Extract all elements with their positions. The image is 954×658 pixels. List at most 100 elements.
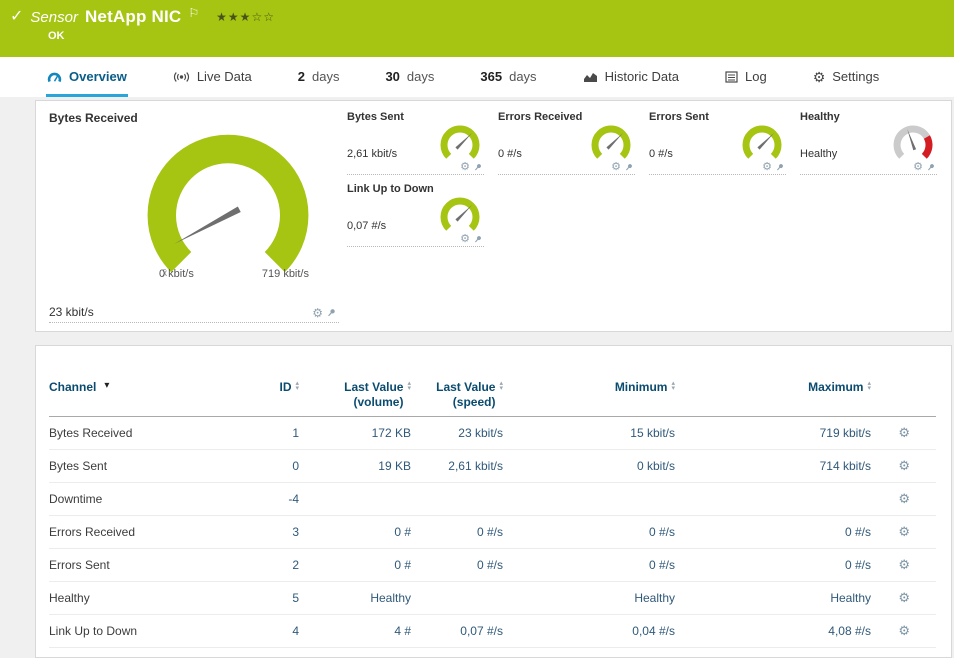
flag-icon[interactable]: ⚐ bbox=[188, 6, 199, 20]
pin-icon[interactable] bbox=[327, 308, 336, 318]
cell-last-value-volume: 4 # bbox=[299, 624, 411, 638]
gauge-title: Errors Sent bbox=[649, 111, 786, 123]
prtg-sensor-page: ✓ Sensor NetApp NIC ⚐ ★★★☆☆ OK Overview … bbox=[0, 0, 954, 658]
gear-icon[interactable]: ⚙ bbox=[913, 162, 923, 173]
cell-id: 0 bbox=[209, 459, 299, 473]
tab-365-days[interactable]: 365 days bbox=[479, 57, 537, 97]
cell-minimum: Healthy bbox=[503, 591, 675, 605]
column-label: Last Value bbox=[436, 380, 495, 395]
tab-label: Settings bbox=[832, 69, 879, 84]
cell-channel[interactable]: Link Up to Down bbox=[49, 624, 209, 638]
sensor-type-label: Sensor bbox=[30, 9, 78, 26]
tab-settings[interactable]: ⚙ Settings bbox=[812, 57, 881, 97]
cell-channel[interactable]: Errors Received bbox=[49, 525, 209, 539]
cell-minimum: 0 #/s bbox=[503, 525, 675, 539]
channel-settings-icon[interactable]: ⚙ bbox=[898, 458, 910, 473]
cell-maximum: 4,08 #/s bbox=[675, 624, 871, 638]
tab-label: Historic Data bbox=[605, 69, 679, 84]
gear-icon[interactable]: ⚙ bbox=[611, 162, 621, 173]
column-label: Maximum bbox=[808, 380, 863, 394]
gauge-footer: 23 kbit/s ⚙ bbox=[49, 305, 339, 323]
channel-settings-icon[interactable]: ⚙ bbox=[898, 623, 910, 638]
channel-settings-icon[interactable]: ⚙ bbox=[898, 524, 910, 539]
cell-channel[interactable]: Downtime bbox=[49, 492, 209, 506]
table-row: Errors Received 3 0 # 0 #/s 0 #/s 0 #/s … bbox=[49, 516, 936, 549]
broadcast-icon bbox=[173, 71, 190, 83]
column-label: (volume) bbox=[344, 395, 403, 410]
channel-settings-icon[interactable]: ⚙ bbox=[898, 590, 910, 605]
cell-id: -4 bbox=[209, 492, 299, 506]
bytes-received-gauge: x̄ bbox=[125, 125, 331, 282]
channel-settings-icon[interactable]: ⚙ bbox=[898, 425, 910, 440]
gauge-value: 0 #/s bbox=[649, 148, 673, 162]
sort-caret-icon: ▾ bbox=[104, 380, 109, 394]
column-header-minimum[interactable]: Minimum ▴▾ bbox=[503, 380, 675, 394]
gauge-footer: ⚙ bbox=[347, 162, 484, 175]
healthy-gauge bbox=[889, 124, 937, 162]
table-row: Downtime -4 ⚙ bbox=[49, 483, 936, 516]
cell-channel[interactable]: Errors Sent bbox=[49, 558, 209, 572]
tab-bar: Overview Live Data 2 days 30 days 365 da… bbox=[0, 57, 954, 97]
cell-last-value-volume: Healthy bbox=[299, 591, 411, 605]
cell-channel[interactable]: Healthy bbox=[49, 591, 209, 605]
tab-log[interactable]: Log bbox=[724, 57, 768, 97]
tab-historic-data[interactable]: Historic Data bbox=[582, 57, 680, 97]
pin-icon[interactable] bbox=[625, 163, 633, 172]
gauge-value: 2,61 kbit/s bbox=[347, 148, 397, 162]
main-gauge-bytes-received: Bytes Received x̄ 0 kbit/s 719 kbit/s 23… bbox=[49, 111, 339, 323]
column-label: Minimum bbox=[615, 380, 668, 394]
tab-2-days[interactable]: 2 days bbox=[297, 57, 341, 97]
tab-label: Log bbox=[745, 69, 767, 84]
cell-maximum: 719 kbit/s bbox=[675, 426, 871, 440]
tab-live-data[interactable]: Live Data bbox=[172, 57, 253, 97]
table-row: Link Up to Down 4 4 # 0,07 #/s 0,04 #/s … bbox=[49, 615, 936, 648]
table-row: Bytes Received 1 172 KB 23 kbit/s 15 kbi… bbox=[49, 417, 936, 450]
gauge-title: Healthy bbox=[800, 111, 937, 123]
column-header-last-value-speed[interactable]: Last Value (speed) ▴▾ bbox=[411, 380, 503, 410]
gauge-title: Link Up to Down bbox=[347, 183, 484, 195]
gear-icon[interactable]: ⚙ bbox=[460, 162, 470, 173]
tab-number: 365 bbox=[480, 69, 502, 84]
cell-channel[interactable]: Bytes Received bbox=[49, 426, 209, 440]
gear-icon: ⚙ bbox=[813, 70, 826, 84]
pin-icon[interactable] bbox=[474, 235, 482, 244]
channel-settings-icon[interactable]: ⚙ bbox=[898, 491, 910, 506]
sensor-header-row: ✓ Sensor NetApp NIC ⚐ ★★★☆☆ bbox=[10, 7, 954, 27]
gauge-actions: ⚙ bbox=[312, 307, 336, 319]
tab-overview[interactable]: Overview bbox=[46, 57, 128, 97]
priority-stars[interactable]: ★★★☆☆ bbox=[216, 10, 275, 24]
cell-last-value-speed: 23 kbit/s bbox=[411, 426, 503, 440]
pin-icon[interactable] bbox=[474, 163, 482, 172]
pin-icon[interactable] bbox=[927, 163, 935, 172]
gauge-value: Healthy bbox=[800, 148, 837, 162]
tab-30-days[interactable]: 30 days bbox=[384, 57, 435, 97]
gauge-footer: ⚙ bbox=[800, 162, 937, 175]
gear-icon[interactable]: ⚙ bbox=[312, 307, 323, 319]
column-label: ID bbox=[279, 380, 291, 394]
column-header-last-value-volume[interactable]: Last Value (volume) ▴▾ bbox=[299, 380, 411, 410]
column-header-maximum[interactable]: Maximum ▴▾ bbox=[675, 380, 871, 394]
small-gauges: Bytes Sent 2,61 kbit/s ⚙ Errors Received… bbox=[347, 111, 939, 323]
gear-icon[interactable]: ⚙ bbox=[762, 162, 772, 173]
small-gauge-errors-received: Errors Received 0 #/s ⚙ bbox=[498, 111, 635, 175]
bytes-sent-gauge bbox=[436, 124, 484, 162]
column-label: Last Value bbox=[344, 380, 403, 395]
cell-minimum: 15 kbit/s bbox=[503, 426, 675, 440]
column-header-id[interactable]: ID ▴▾ bbox=[209, 380, 299, 394]
stars-filled: ★★★ bbox=[216, 10, 251, 24]
tab-label: days bbox=[312, 69, 339, 84]
pin-icon[interactable] bbox=[776, 163, 784, 172]
gear-icon[interactable]: ⚙ bbox=[460, 234, 470, 245]
channel-settings-icon[interactable]: ⚙ bbox=[898, 557, 910, 572]
cell-last-value-speed: 2,61 kbit/s bbox=[411, 459, 503, 473]
column-header-channel[interactable]: Channel ▾ bbox=[49, 380, 209, 394]
sensor-header: ✓ Sensor NetApp NIC ⚐ ★★★☆☆ OK bbox=[0, 0, 954, 57]
small-gauge-bytes-sent: Bytes Sent 2,61 kbit/s ⚙ bbox=[347, 111, 484, 175]
gauge-value: 0 #/s bbox=[498, 148, 522, 162]
channels-table: Channel ▾ ID ▴▾ Last Value (volume) ▴▾ bbox=[35, 345, 952, 658]
cell-id: 2 bbox=[209, 558, 299, 572]
stars-empty: ☆☆ bbox=[251, 10, 275, 24]
cell-last-value-speed: 0,07 #/s bbox=[411, 624, 503, 638]
cell-channel[interactable]: Bytes Sent bbox=[49, 459, 209, 473]
cell-minimum: 0 #/s bbox=[503, 558, 675, 572]
